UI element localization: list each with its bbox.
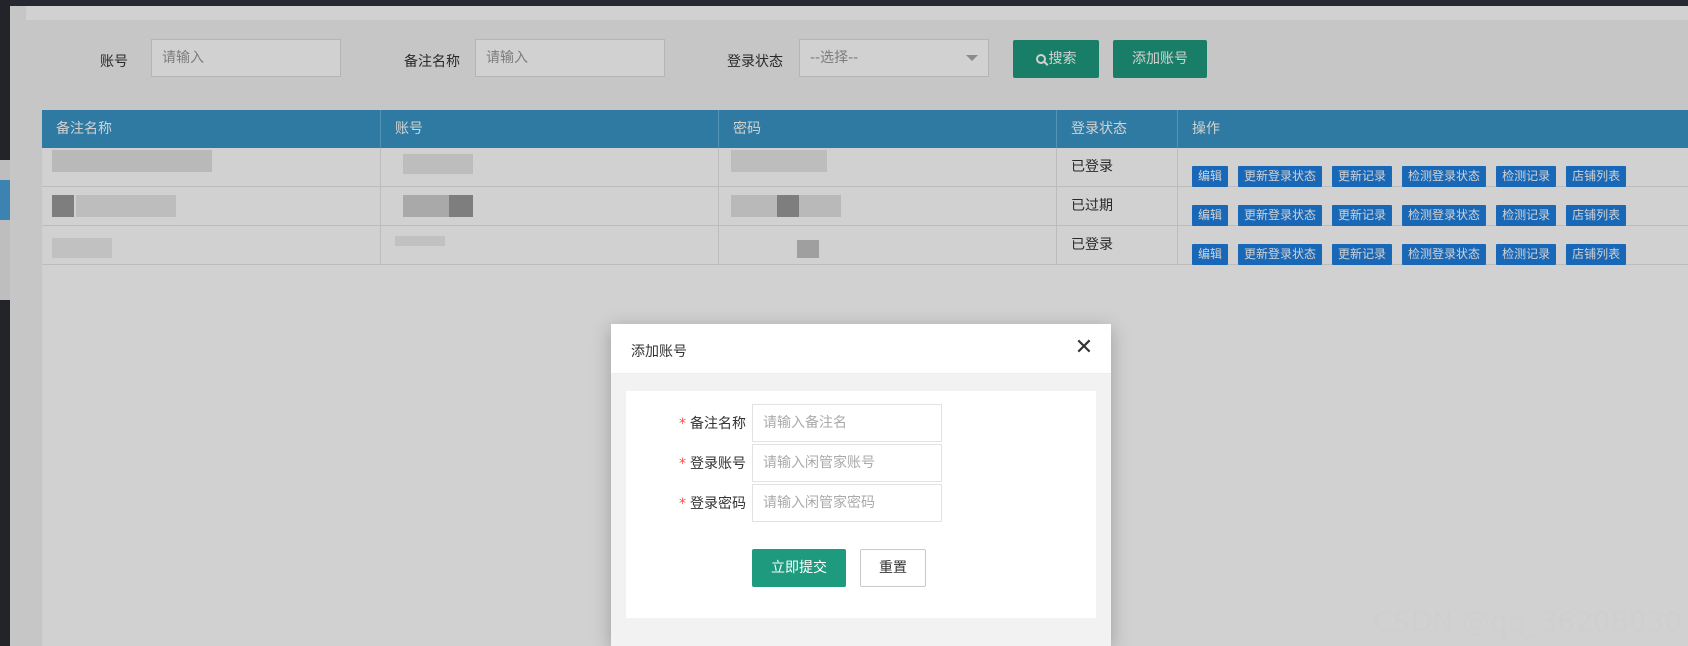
- add-account-dialog: 添加账号 ✕ * 备注名称 请输入备注名 * 登录账号 请输入闲管家账号 * 登录密码…: [611, 324, 1111, 646]
- login-account-field-label: * 登录账号: [666, 453, 746, 473]
- login-password-field-label: * 登录密码: [666, 493, 746, 513]
- dialog-title: 添加账号: [631, 344, 687, 360]
- submit-button[interactable]: 立即提交: [752, 549, 846, 587]
- required-mark: *: [679, 416, 686, 432]
- login-password-field-label-text: 登录密码: [690, 496, 746, 512]
- remark-field-input[interactable]: 请输入备注名: [752, 404, 942, 442]
- required-mark: *: [679, 456, 686, 472]
- dialog-header: 添加账号 ✕: [611, 324, 1111, 374]
- remark-field-label: * 备注名称: [666, 413, 746, 433]
- login-account-field-label-text: 登录账号: [690, 456, 746, 472]
- login-account-field-input[interactable]: 请输入闲管家账号: [752, 444, 942, 482]
- close-icon[interactable]: ✕: [1073, 337, 1095, 359]
- remark-field-label-text: 备注名称: [690, 416, 746, 432]
- dialog-form: * 备注名称 请输入备注名 * 登录账号 请输入闲管家账号 * 登录密码 请输入闲管家…: [626, 391, 1096, 618]
- required-mark: *: [679, 496, 686, 512]
- login-password-field-input[interactable]: 请输入闲管家密码: [752, 484, 942, 522]
- watermark: CSDN @qq_36208030: [1373, 605, 1682, 638]
- reset-button[interactable]: 重置: [860, 549, 926, 587]
